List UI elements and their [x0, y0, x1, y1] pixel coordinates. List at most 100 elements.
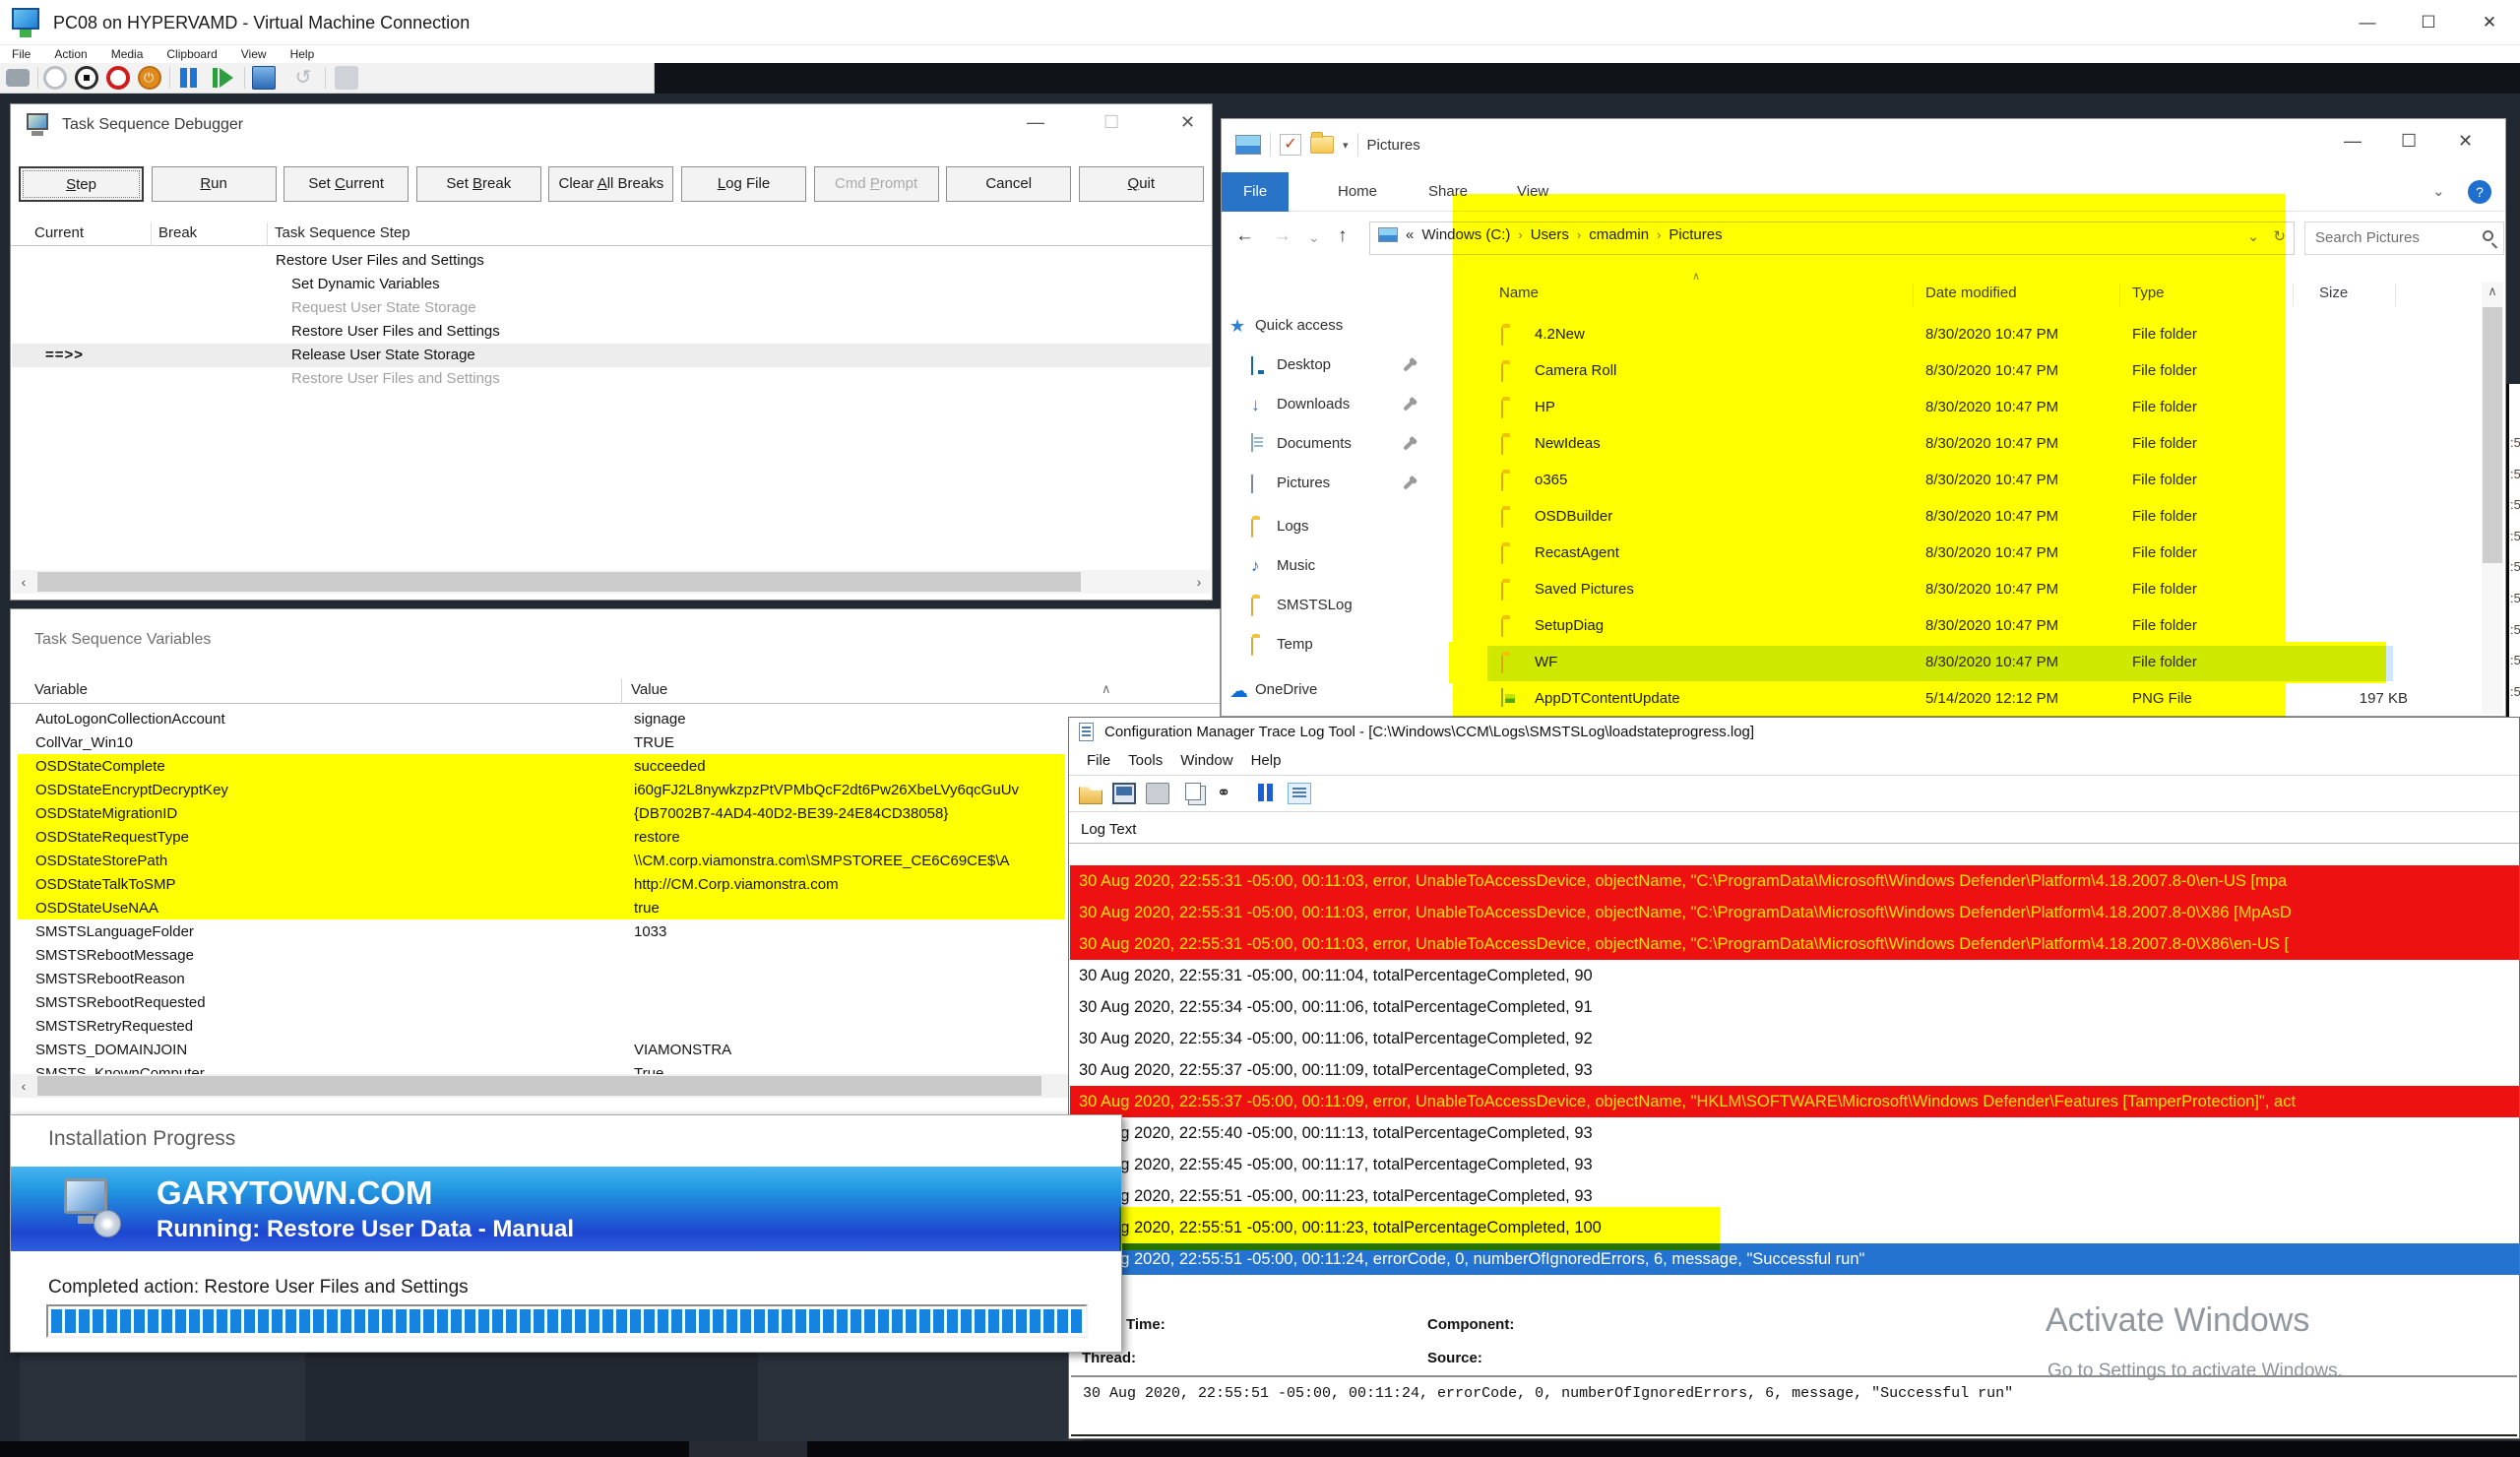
log-row[interactable]: 30 Aug 2020, 22:55:37 -05:00, 00:11:09, …	[1070, 1054, 2519, 1086]
sidebar-item-quick-access[interactable]: ★Quick access	[1222, 312, 1428, 342]
log-row[interactable]: 30 Aug 2020, 22:55:51 -05:00, 00:11:23, …	[1070, 1212, 2519, 1243]
tab-share[interactable]: Share	[1407, 172, 1489, 212]
error-lookup-icon[interactable]	[1288, 783, 1311, 804]
tab-view[interactable]: View	[1495, 172, 1570, 212]
sidebar-item-logs[interactable]: Logs	[1222, 513, 1428, 542]
scroll-left-icon[interactable]: ‹	[12, 570, 35, 594]
file-row-camera-roll[interactable]: Camera Roll8/30/2020 10:47 PMFile folder	[1428, 354, 2481, 391]
pause-icon[interactable]	[1254, 783, 1278, 804]
task-sequence-step[interactable]: Request User State Storage	[12, 296, 1211, 320]
enhanced-session-icon[interactable]	[335, 66, 358, 90]
variable-row[interactable]: SMSTSRebootReason	[12, 968, 1219, 991]
file-row-4-2new[interactable]: 4.2New8/30/2020 10:47 PMFile folder	[1428, 318, 2481, 354]
log-row[interactable]: 30 Aug 2020, 22:55:31 -05:00, 00:11:03, …	[1070, 865, 2519, 897]
breadcrumb-users[interactable]: Users	[1531, 226, 1569, 243]
vm-minimize-button[interactable]: —	[2337, 0, 2398, 45]
variable-row[interactable]: OSDStateRequestTyperestore	[12, 826, 1219, 850]
cmtrace-titlebar[interactable]: Configuration Manager Trace Log Tool - […	[1069, 718, 2519, 747]
log-row[interactable]: 30 Aug 2020, 22:55:34 -05:00, 00:11:06, …	[1070, 991, 2519, 1023]
variables-horizontal-scrollbar[interactable]: ‹	[12, 1074, 1219, 1098]
task-sequence-step[interactable]: Restore User Files and Settings	[12, 320, 1211, 344]
sidebar-item-music[interactable]: ♪Music	[1222, 552, 1428, 582]
resume-icon[interactable]	[211, 66, 234, 90]
explorer-close-button[interactable]: ✕	[2458, 131, 2473, 152]
variable-row[interactable]: OSDStateEncryptDecryptKeyi60gFJ2L8nywkzp…	[12, 779, 1219, 802]
breadcrumb-pictures[interactable]: Pictures	[1669, 226, 1722, 243]
file-row-appdtcontentupdate[interactable]: AppDTContentUpdate5/14/2020 12:12 PMPNG …	[1428, 682, 2481, 715]
tab-file[interactable]: File	[1222, 172, 1289, 212]
scroll-left-icon[interactable]: ‹	[12, 1074, 35, 1098]
cmtrace-menu-window[interactable]: Window	[1180, 752, 1232, 769]
save-state-icon[interactable]	[138, 66, 161, 90]
variable-row[interactable]: OSDStateTalkToSMPhttp://CM.Corp.viamonst…	[12, 873, 1219, 897]
variable-row[interactable]: SMSTSRetryRequested	[12, 1015, 1219, 1039]
column-type[interactable]: Type	[2132, 285, 2165, 301]
file-row-hp[interactable]: HP8/30/2020 10:47 PMFile folder	[1428, 391, 2481, 427]
vm-menu-clipboard[interactable]: Clipboard	[155, 45, 228, 61]
cmtrace-menu-tools[interactable]: Tools	[1128, 752, 1163, 769]
column-name[interactable]: Name	[1499, 285, 1539, 301]
shut-down-icon[interactable]	[106, 66, 130, 90]
file-row-recastagent[interactable]: RecastAgent8/30/2020 10:47 PMFile folder	[1428, 537, 2481, 573]
debugger-close-button[interactable]: ✕	[1180, 112, 1195, 133]
scrollbar-thumb[interactable]	[2483, 307, 2502, 563]
copy-icon[interactable]	[1185, 783, 1201, 800]
log-row[interactable]: 30 Aug 2020, 22:55:31 -05:00, 00:11:04, …	[1070, 960, 2519, 991]
file-row-newideas[interactable]: NewIdeas8/30/2020 10:47 PMFile folder	[1428, 427, 2481, 464]
log-row[interactable]: 30 Aug 2020, 22:55:51 -05:00, 00:11:24, …	[1070, 1243, 2519, 1275]
column-current[interactable]: Current	[34, 224, 84, 241]
column-break[interactable]: Break	[158, 224, 197, 241]
breadcrumb-cmadmin[interactable]: cmadmin	[1589, 226, 1649, 243]
address-bar[interactable]: « Windows (C:)›Users›cmadmin›Pictures ⌄ …	[1369, 222, 2295, 255]
sidebar-item-downloads[interactable]: ↓Downloads	[1222, 391, 1428, 420]
sidebar-item-temp[interactable]: Temp	[1222, 631, 1428, 661]
variable-row[interactable]: OSDStateStorePath\\CM.corp.viamonstra.co…	[12, 850, 1219, 873]
debugger-maximize-button[interactable]: ☐	[1103, 112, 1119, 133]
tab-home[interactable]: Home	[1316, 172, 1399, 212]
column-date-modified[interactable]: Date modified	[1925, 285, 2017, 301]
column-step[interactable]: Task Sequence Step	[275, 224, 410, 241]
variable-row[interactable]: OSDStateUseNAAtrue	[12, 897, 1219, 920]
cmtrace-menu-help[interactable]: Help	[1251, 752, 1282, 769]
refresh-icon[interactable]: ↻	[2273, 227, 2286, 245]
column-size[interactable]: Size	[2319, 285, 2348, 301]
quit-button[interactable]: Quit	[1079, 166, 1204, 202]
scrollbar-thumb[interactable]	[37, 1076, 1041, 1096]
variable-row[interactable]: SMSTS_DOMAINJOINVIAMONSTRA	[12, 1039, 1219, 1062]
variable-row[interactable]: SMSTSRebootRequested	[12, 991, 1219, 1015]
sidebar-item-documents[interactable]: Documents	[1222, 430, 1428, 460]
scroll-up-icon[interactable]: ∧	[2482, 284, 2503, 299]
log-row[interactable]: 30 Aug 2020, 22:55:37 -05:00, 00:11:09, …	[1070, 1086, 2519, 1117]
explorer-titlebar[interactable]: ✓ ▾ Pictures — ☐ ✕	[1222, 119, 2505, 172]
file-row-setupdiag[interactable]: SetupDiag8/30/2020 10:47 PMFile folder	[1428, 609, 2481, 646]
column-variable[interactable]: Variable	[34, 681, 88, 698]
log-row[interactable]: 30 Aug 2020, 22:55:34 -05:00, 00:11:06, …	[1070, 1023, 2519, 1054]
sidebar-item-desktop[interactable]: Desktop	[1222, 351, 1428, 381]
help-icon[interactable]: ?	[2468, 180, 2491, 204]
up-icon[interactable]: ↑	[1338, 225, 1348, 247]
cancel-button[interactable]: Cancel	[946, 166, 1071, 202]
sidebar-item-onedrive[interactable]: ☁OneDrive	[1222, 676, 1428, 706]
variable-row[interactable]: CollVar_Win10TRUE	[12, 731, 1219, 755]
vm-menu-file[interactable]: File	[0, 45, 42, 61]
ctrl-alt-del-icon[interactable]	[6, 69, 30, 87]
breadcrumb-windows-c-[interactable]: Windows (C:)	[1421, 226, 1510, 243]
task-sequence-step[interactable]: ==>>Release User State Storage	[12, 344, 1211, 367]
start-icon[interactable]	[43, 66, 67, 90]
ribbon-collapse-icon[interactable]: ⌄	[2432, 182, 2445, 200]
open-remote-icon[interactable]	[1112, 783, 1136, 804]
scroll-up-icon[interactable]: ∧	[1102, 681, 1111, 697]
vm-close-button[interactable]: ✕	[2459, 0, 2520, 45]
variable-row[interactable]: SMSTSRebootMessage	[12, 944, 1219, 968]
explorer-maximize-button[interactable]: ☐	[2401, 131, 2417, 152]
task-sequence-step[interactable]: Restore User Files and Settings	[12, 249, 1211, 273]
recent-locations-icon[interactable]: ⌄	[1308, 229, 1320, 246]
set-break-button[interactable]: Set Break	[416, 166, 541, 202]
variable-row[interactable]: SMSTSLanguageFolder1033	[12, 920, 1219, 944]
qat-dropdown-icon[interactable]: ▾	[1343, 139, 1349, 152]
find-icon[interactable]: ⚭	[1217, 783, 1240, 804]
debugger-minimize-button[interactable]: —	[1027, 112, 1044, 133]
debugger-horizontal-scrollbar[interactable]: ‹ ›	[12, 570, 1211, 594]
log-row[interactable]: 30 Aug 2020, 22:55:31 -05:00, 00:11:03, …	[1070, 928, 2519, 960]
vm-menu-action[interactable]: Action	[42, 45, 98, 61]
